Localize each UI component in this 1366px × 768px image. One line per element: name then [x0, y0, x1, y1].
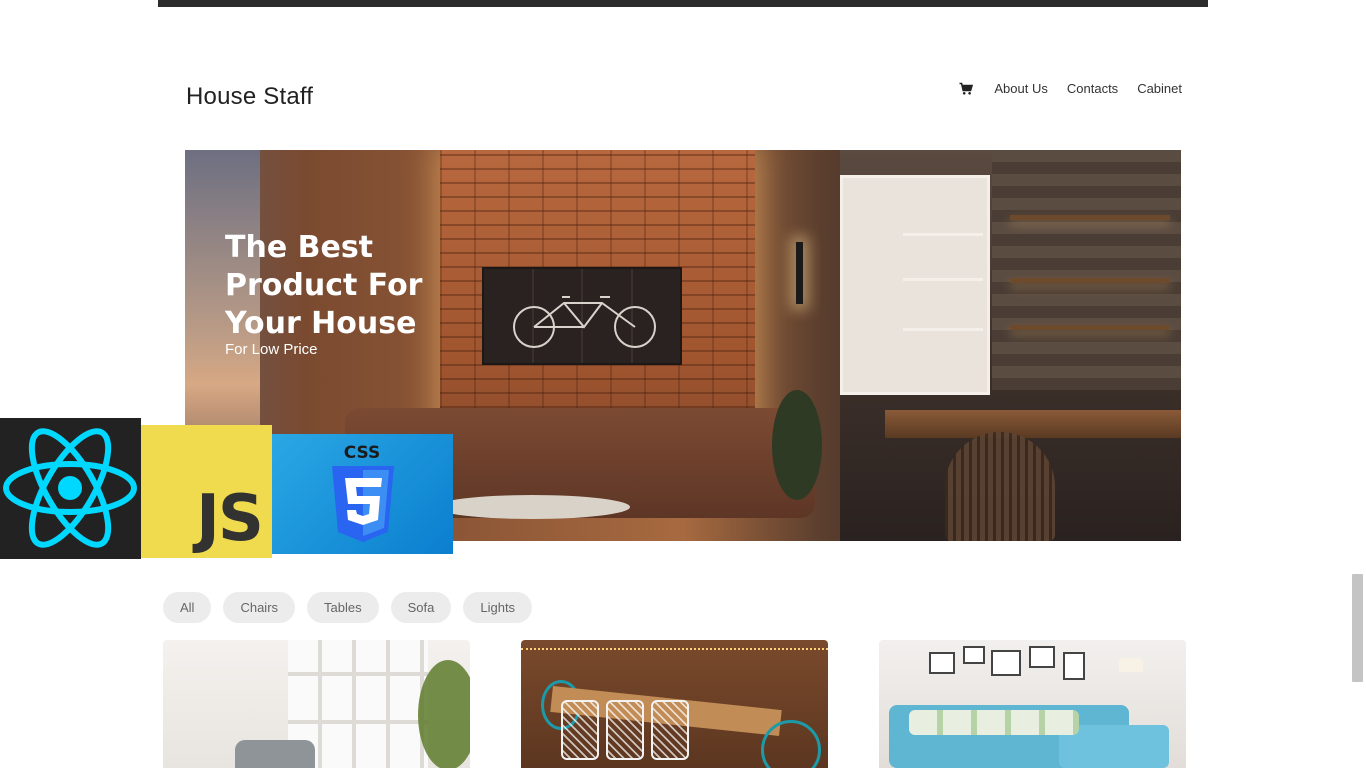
filter-all[interactable]: All: [163, 592, 212, 623]
hero-headline: The Best Product For Your House: [225, 230, 423, 341]
main-nav: About Us Contacts Cabinet: [959, 81, 1182, 96]
hero-subheadline: For Low Price: [225, 341, 318, 358]
hero-chair: [945, 432, 1055, 541]
wall-sconce: [796, 242, 803, 304]
site-logo[interactable]: House Staff: [186, 83, 313, 111]
bicycle-artwork: [482, 267, 682, 365]
filter-sofa[interactable]: Sofa: [390, 592, 452, 623]
filter-chairs[interactable]: Chairs: [223, 592, 296, 623]
css3-logo-icon: CSS: [272, 434, 453, 554]
css-logo-text: CSS: [344, 443, 381, 463]
hero-dining-table: [885, 410, 1181, 438]
chair-product-image[interactable]: [163, 640, 470, 768]
category-filters: All Chairs Tables Sofa Lights: [163, 592, 533, 623]
top-bar: [158, 0, 1208, 7]
nav-contacts[interactable]: Contacts: [1067, 81, 1118, 96]
page-scrollbar[interactable]: [1352, 574, 1363, 682]
react-logo-icon: [0, 418, 141, 559]
javascript-logo-icon: JS: [141, 425, 272, 558]
filter-lights[interactable]: Lights: [463, 592, 533, 623]
hero-text: The Best Product For Your House For Low …: [225, 229, 445, 358]
sofa-product-image[interactable]: [879, 640, 1186, 768]
js-logo-text: JS: [196, 482, 264, 556]
dining-table-product-image[interactable]: [521, 640, 828, 768]
shopping-cart-icon[interactable]: [959, 82, 974, 96]
nav-about-us[interactable]: About Us: [994, 81, 1047, 96]
hero-coffee-table: [435, 495, 630, 519]
hero-plant: [772, 390, 822, 500]
nav-cabinet[interactable]: Cabinet: [1137, 81, 1182, 96]
filter-tables[interactable]: Tables: [307, 592, 379, 623]
